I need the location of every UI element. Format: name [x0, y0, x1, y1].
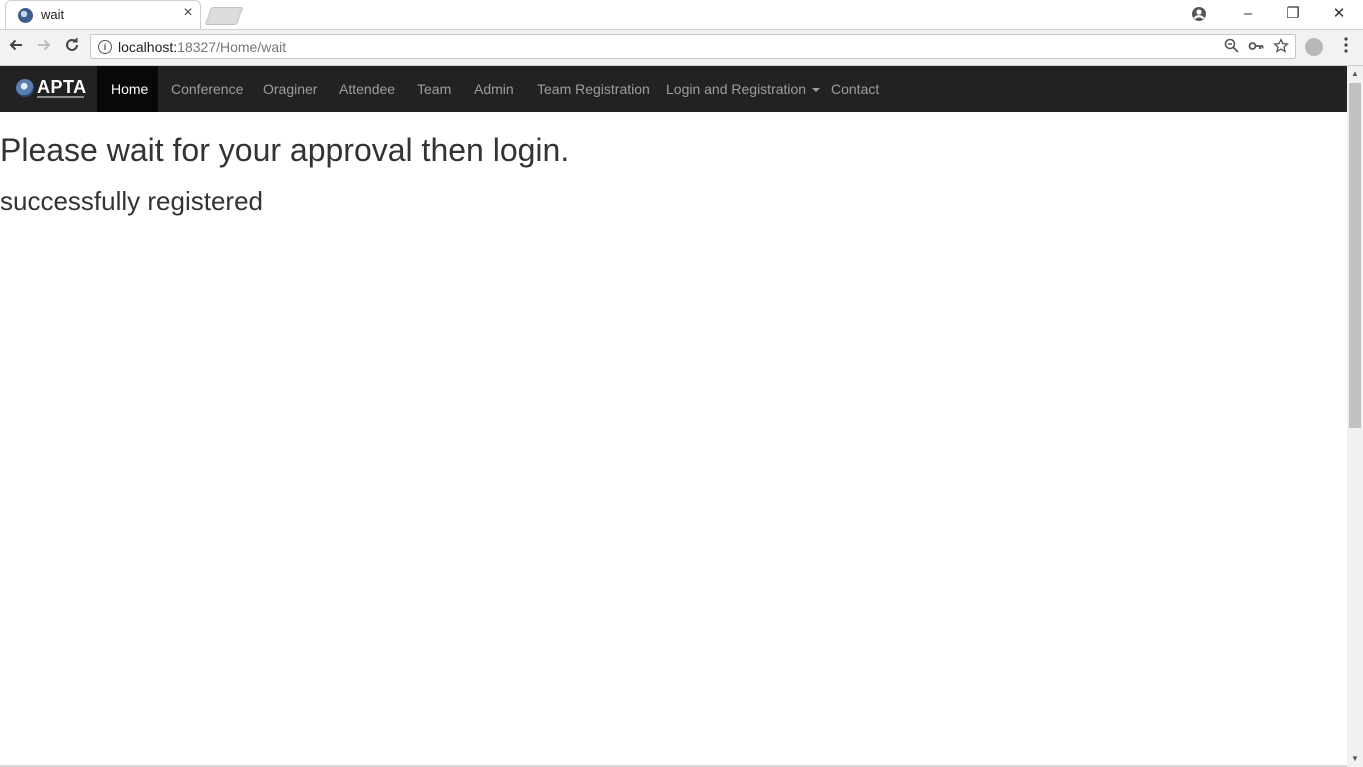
tab-strip: wait × – ❐ ✕	[0, 0, 1363, 30]
scroll-down-arrow-icon[interactable]: ▼	[1347, 751, 1363, 767]
tab-title: wait	[41, 7, 65, 22]
nav-admin[interactable]: Admin	[474, 66, 514, 112]
nav-team[interactable]: Team	[417, 66, 451, 112]
nav-login-registration-dropdown[interactable]: Login and Registration	[666, 66, 821, 112]
scroll-thumb[interactable]	[1349, 83, 1361, 428]
minimize-button[interactable]: –	[1225, 0, 1271, 29]
page-heading: Please wait for your approval then login…	[0, 132, 570, 168]
globe-logo-icon	[16, 79, 34, 97]
url-text[interactable]: localhost:18327/Home/wait	[118, 39, 286, 55]
nav-conference[interactable]: Conference	[171, 66, 243, 112]
brand-logo[interactable]: APTA	[14, 77, 86, 101]
status-message: successfully registered	[0, 186, 263, 216]
nav-oraginer[interactable]: Oraginer	[263, 66, 317, 112]
arrow-left-icon[interactable]	[5, 36, 27, 58]
nav-team-registration[interactable]: Team Registration	[537, 66, 650, 112]
more-vert-icon[interactable]	[1338, 36, 1354, 58]
reload-icon[interactable]	[61, 36, 83, 58]
nav-login-registration-label: Login and Registration	[666, 81, 807, 97]
star-icon[interactable]	[1272, 37, 1290, 56]
site-navbar: APTA Home Conference Oraginer Attendee T…	[0, 66, 1347, 112]
browser-tab[interactable]: wait ×	[5, 0, 201, 29]
address-bar[interactable]: i localhost:18327/Home/wait	[90, 34, 1296, 59]
scroll-up-arrow-icon[interactable]: ▲	[1347, 66, 1363, 82]
browser-toolbar: i localhost:18327/Home/wait	[0, 30, 1363, 66]
zoom-icon[interactable]	[1222, 38, 1240, 56]
restore-button[interactable]: ❐	[1270, 0, 1316, 29]
caret-down-icon	[812, 88, 821, 93]
brand-text: APTA	[37, 77, 87, 97]
extension-icon[interactable]	[1305, 38, 1323, 56]
key-icon[interactable]	[1247, 38, 1265, 56]
new-tab-button[interactable]	[204, 7, 244, 25]
close-tab-icon[interactable]: ×	[180, 5, 196, 21]
nav-attendee[interactable]: Attendee	[339, 66, 395, 112]
page-scrollbar[interactable]: ▲ ▼	[1347, 66, 1363, 767]
profile-icon[interactable]	[1176, 0, 1222, 29]
globe-favicon-icon	[18, 8, 33, 23]
arrow-right-icon[interactable]	[33, 36, 55, 58]
nav-home[interactable]: Home	[97, 66, 158, 112]
info-icon[interactable]: i	[98, 40, 112, 54]
window-close-button[interactable]: ✕	[1316, 0, 1362, 29]
nav-contact[interactable]: Contact	[831, 66, 879, 112]
brand-tagline	[37, 96, 84, 98]
